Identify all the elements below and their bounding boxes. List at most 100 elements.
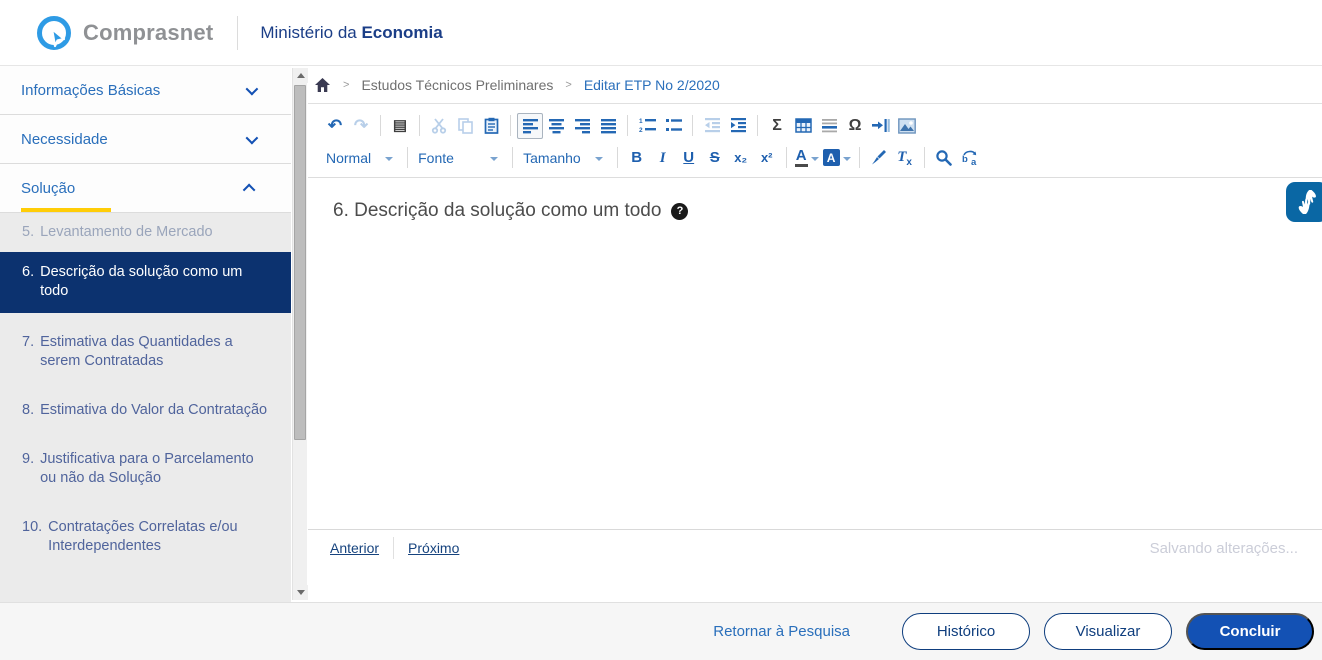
font-size-dropdown[interactable]: Tamanho (519, 150, 611, 166)
preview-button[interactable]: Visualizar (1044, 613, 1172, 650)
justify-icon[interactable] (595, 113, 621, 139)
special-character-icon[interactable]: Ω (842, 113, 868, 139)
cut-icon[interactable] (426, 113, 452, 139)
pagination-separator (393, 537, 394, 559)
sidebar-section-informacoes-basicas[interactable]: Informações Básicas (0, 66, 291, 115)
copy-icon[interactable] (452, 113, 478, 139)
breadcrumb: > Estudos Técnicos Preliminares > Editar… (308, 66, 1322, 104)
align-center-icon[interactable] (543, 113, 569, 139)
undo-icon[interactable]: ↶ (322, 113, 348, 139)
align-left-icon[interactable] (517, 113, 543, 139)
sidebar-item-10-contratacoes-correlatas[interactable]: 10. Contratações Correlatas e/ou Interde… (0, 508, 291, 566)
paste-icon[interactable] (478, 113, 504, 139)
replace-icon[interactable]: ba (957, 145, 983, 171)
return-to-search-link[interactable]: Retornar à Pesquisa (713, 623, 850, 640)
decrease-indent-icon[interactable] (699, 113, 725, 139)
toolbar-separator (419, 115, 420, 136)
redo-icon[interactable]: ↷ (348, 113, 374, 139)
comprasnet-logo[interactable]: Comprasnet (34, 13, 213, 53)
scroll-down-icon (297, 590, 305, 595)
conclude-button[interactable]: Concluir (1186, 613, 1314, 650)
vlibras-accessibility-button[interactable] (1286, 182, 1322, 222)
app-window: Comprasnet Ministério da Economia Inform… (0, 0, 1322, 660)
caret-down-icon (843, 157, 851, 161)
scroll-down-button[interactable] (293, 585, 308, 600)
sidebar-section-necessidade[interactable]: Necessidade (0, 115, 291, 164)
header-divider (237, 16, 238, 50)
page-break-icon[interactable] (868, 113, 894, 139)
image-icon[interactable] (894, 113, 920, 139)
find-icon[interactable] (931, 145, 957, 171)
horizontal-rule-icon[interactable] (816, 113, 842, 139)
remove-format-button[interactable]: Tx (892, 148, 918, 168)
chevron-up-icon (243, 183, 256, 196)
action-footer: Retornar à Pesquisa Histórico Visualizar… (0, 602, 1322, 660)
sidebar-scrollbar[interactable] (292, 68, 307, 600)
sidebar-item-6-descricao-da-solucao[interactable]: 6. Descrição da solução como um todo (0, 252, 291, 313)
editor-content-area[interactable]: 6. Descrição da solução como um todo ? A… (308, 178, 1322, 566)
table-icon[interactable] (790, 113, 816, 139)
breadcrumb-separator: > (565, 79, 571, 91)
toolbar-separator (510, 115, 511, 136)
top-header: Comprasnet Ministério da Economia (0, 0, 1322, 66)
bold-button[interactable]: B (624, 149, 650, 166)
paragraph-format-dropdown[interactable]: Normal (322, 150, 401, 166)
font-name-dropdown[interactable]: Fonte (414, 150, 506, 166)
breadcrumb-separator: > (343, 79, 349, 91)
breadcrumb-item-etp[interactable]: Estudos Técnicos Preliminares (361, 77, 553, 93)
sidebar: Informações Básicas Necessidade Solução … (0, 66, 291, 602)
next-link[interactable]: Próximo (408, 540, 459, 556)
comprasnet-logo-icon (34, 13, 74, 53)
text-color-button[interactable]: A (795, 148, 819, 168)
select-all-icon[interactable]: ▤ (387, 113, 413, 139)
main-panel: > Estudos Técnicos Preliminares > Editar… (308, 66, 1322, 602)
scroll-up-icon (297, 73, 305, 78)
caret-down-icon (595, 157, 603, 161)
subscript-button[interactable]: x₂ (728, 149, 754, 166)
strikethrough-button[interactable]: S (702, 149, 728, 166)
sidebar-item-9-justificativa-parcelamento[interactable]: 9. Justificativa para o Parcelamento ou … (0, 440, 291, 498)
toolbar-separator (407, 147, 408, 168)
align-right-icon[interactable] (569, 113, 595, 139)
sidebar-item-8-estimativa-valor[interactable]: 8. Estimativa do Valor da Contratação (0, 391, 291, 430)
home-icon[interactable] (314, 77, 331, 93)
toolbar-separator (692, 115, 693, 136)
background-color-button[interactable]: A (823, 149, 851, 166)
toolbar-separator (786, 147, 787, 168)
caret-down-icon (811, 157, 819, 161)
scrollbar-thumb[interactable] (294, 85, 306, 440)
underline-button[interactable]: U (676, 149, 702, 166)
sign-language-hands-icon (1294, 189, 1320, 215)
active-section-indicator (21, 208, 111, 212)
svg-text:a: a (971, 157, 977, 166)
sidebar-item-7-estimativa-quantidades[interactable]: 7. Estimativa das Quantidades a serem Co… (0, 323, 291, 381)
numbered-list-icon[interactable]: 12 (634, 113, 660, 139)
toolbar-row-1: ↶ ↷ ▤ (322, 111, 1322, 140)
saving-status: Salvando alterações... (1150, 540, 1298, 557)
italic-button[interactable]: I (650, 149, 676, 167)
sidebar-section-solucao[interactable]: Solução (0, 164, 291, 213)
history-button[interactable]: Histórico (902, 613, 1030, 650)
toolbar-separator (617, 147, 618, 168)
previous-link[interactable]: Anterior (330, 540, 379, 556)
bulleted-list-icon[interactable] (660, 113, 686, 139)
sidebar-item-5-levantamento-de-mercado[interactable]: 5. Levantamento de Mercado (0, 213, 291, 252)
help-icon[interactable]: ? (671, 203, 688, 220)
svg-text:b: b (962, 154, 968, 165)
toolbar-separator (627, 115, 628, 136)
toolbar-separator (757, 115, 758, 136)
section-heading: 6. Descrição da solução como um todo ? (333, 200, 688, 222)
svg-text:1: 1 (639, 118, 643, 125)
scroll-up-button[interactable] (293, 68, 308, 83)
chevron-down-icon (246, 131, 259, 144)
sidebar-item-list: 5. Levantamento de Mercado 6. Descrição … (0, 213, 291, 566)
increase-indent-icon[interactable] (725, 113, 751, 139)
toolbar-separator (512, 147, 513, 168)
superscript-button[interactable]: x² (754, 149, 780, 166)
chevron-down-icon (246, 82, 259, 95)
formula-icon[interactable]: Σ (764, 113, 790, 139)
ministry-label: Ministério da Economia (260, 23, 442, 43)
caret-down-icon (385, 157, 393, 161)
breadcrumb-item-editar-etp[interactable]: Editar ETP No 2/2020 (584, 77, 720, 93)
copy-formatting-icon[interactable] (866, 145, 892, 171)
